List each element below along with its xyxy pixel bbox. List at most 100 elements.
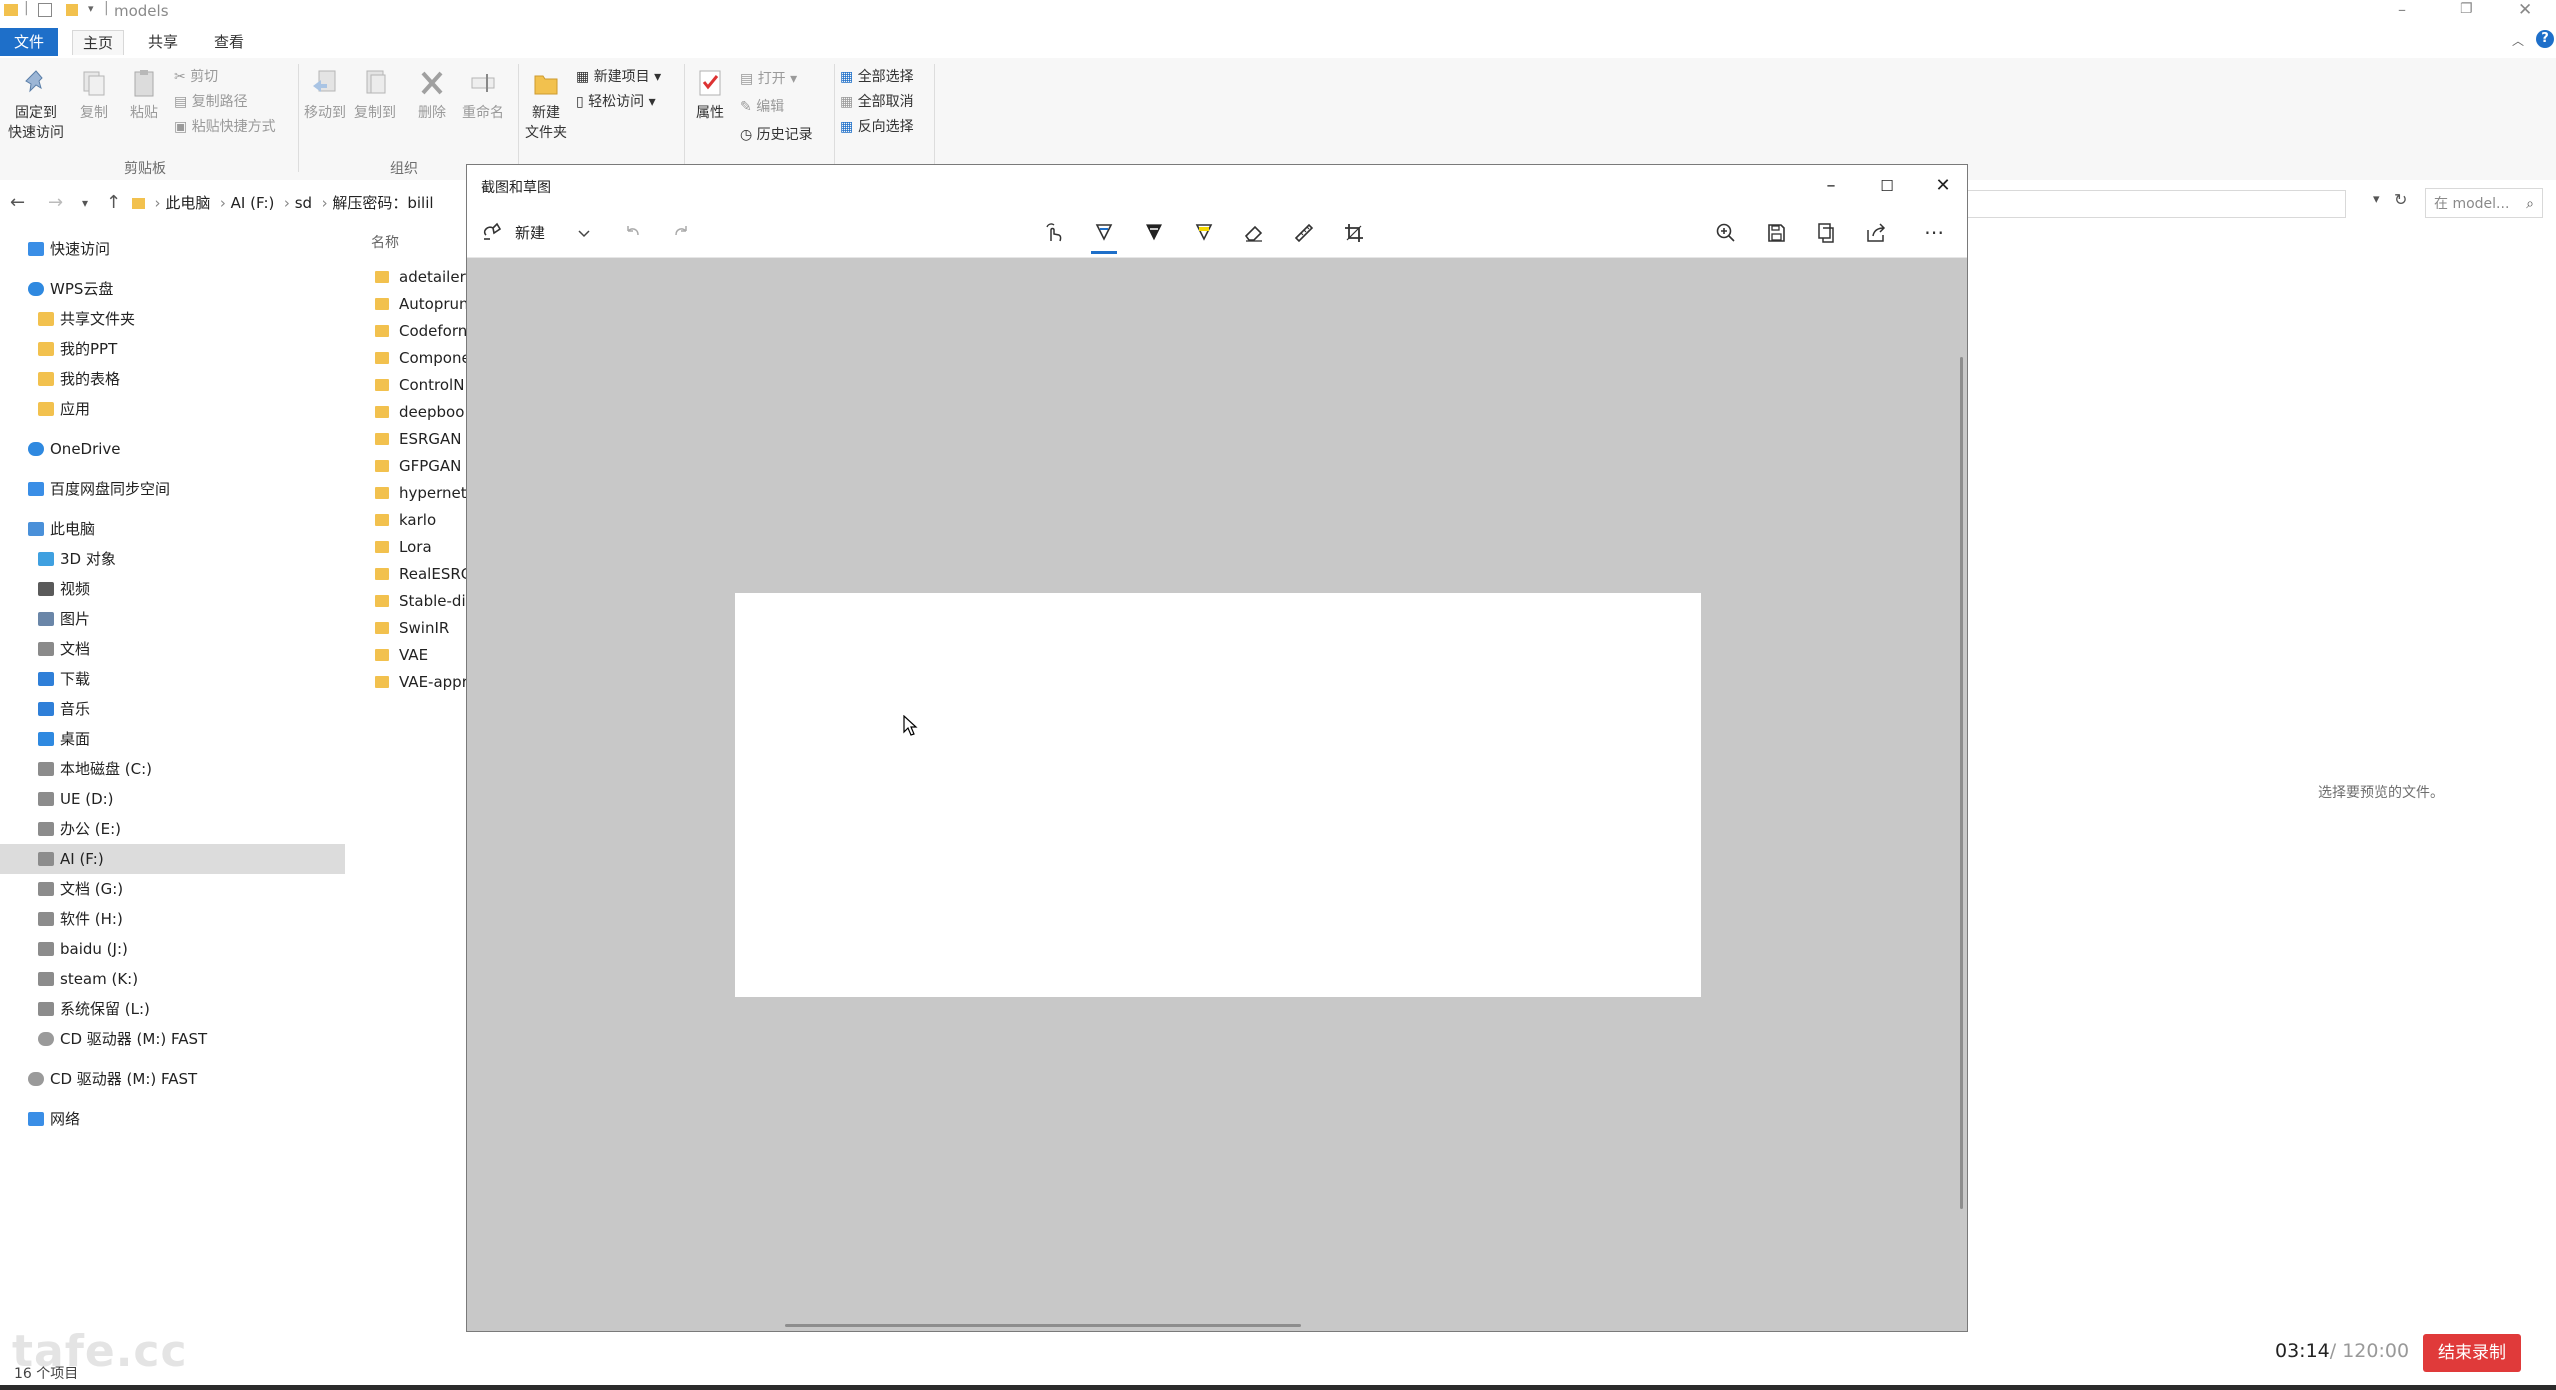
nav-item[interactable]: 网络 (0, 1104, 345, 1134)
undo-icon[interactable] (617, 217, 647, 247)
horizontal-scrollbar[interactable] (785, 1324, 1301, 1327)
nav-item[interactable]: 我的PPT (0, 334, 345, 364)
stop-recording-button[interactable]: 结束录制 (2423, 1334, 2521, 1372)
collapse-ribbon-icon[interactable]: ︿ (2512, 32, 2524, 49)
breadcrumb-item[interactable]: 此电脑 (165, 194, 210, 212)
eraser-icon[interactable] (1239, 217, 1269, 247)
refresh-icon[interactable]: ↻ (2394, 190, 2407, 209)
new-snip-button[interactable]: 新建 (515, 222, 545, 243)
list-item[interactable]: adetailer (375, 264, 467, 291)
list-item[interactable]: ESRGAN (375, 426, 467, 453)
vertical-scrollbar[interactable] (1960, 357, 1963, 1209)
list-item[interactable]: Lora (375, 534, 467, 561)
touch-writing-icon[interactable] (1039, 217, 1069, 247)
nav-item[interactable]: CD 驱动器 (M:) FAST (0, 1064, 345, 1094)
list-item[interactable]: SwinIR (375, 615, 467, 642)
column-header-name[interactable]: 名称 (371, 232, 399, 252)
cut-button[interactable]: ✂ 剪切 (174, 66, 218, 88)
delete-button[interactable]: 删除 (412, 68, 452, 122)
pencil-tool-icon[interactable] (1139, 217, 1169, 247)
nav-item[interactable]: AI (F:) (0, 844, 345, 874)
list-item[interactable]: Stable-di (375, 588, 467, 615)
new-folder-quick-icon[interactable] (66, 4, 78, 16)
snip-maximize-button[interactable]: ☐ (1873, 173, 1901, 199)
tab-share[interactable]: 共享 (138, 30, 188, 54)
paste-shortcut-button[interactable]: ▣ 粘贴快捷方式 (174, 116, 276, 138)
share-icon[interactable] (1861, 217, 1891, 247)
tab-home[interactable]: 主页 (72, 30, 125, 55)
maximize-button[interactable]: ❐ (2460, 1, 2473, 17)
snip-close-button[interactable]: ✕ (1929, 173, 1957, 199)
copy-button[interactable]: 复制 (74, 68, 114, 122)
address-dropdown-icon[interactable]: ▾ (2373, 192, 2380, 207)
snip-canvas[interactable] (735, 593, 1701, 997)
nav-item[interactable]: CD 驱动器 (M:) FAST (0, 1024, 345, 1054)
back-arrow-icon[interactable]: ← (10, 192, 25, 213)
nav-item[interactable]: 此电脑 (0, 514, 345, 544)
ballpoint-pen-icon[interactable] (1089, 217, 1119, 254)
nav-item[interactable]: 百度网盘同步空间 (0, 474, 345, 504)
nav-item[interactable]: 图片 (0, 604, 345, 634)
checkbox-icon[interactable] (38, 3, 52, 17)
history-button[interactable]: ◷ 历史记录 (740, 124, 813, 146)
nav-item[interactable]: UE (D:) (0, 784, 345, 814)
nav-item[interactable]: 文档 (G:) (0, 874, 345, 904)
pin-to-quick-access-button[interactable]: 固定到 快速访问 (4, 68, 68, 142)
search-input[interactable]: 在 model... ⌕ (2425, 188, 2543, 218)
list-item[interactable]: RealESRG (375, 561, 467, 588)
list-item[interactable]: VAE (375, 642, 467, 669)
address-bar-field[interactable] (1965, 190, 2346, 218)
ruler-icon[interactable] (1289, 217, 1319, 247)
new-item-button[interactable]: ▦ 新建项目 ▾ (576, 66, 661, 88)
minimize-button[interactable]: – (2398, 0, 2406, 19)
move-to-button[interactable]: 移动到 (302, 68, 348, 122)
nav-item[interactable]: 本地磁盘 (C:) (0, 754, 345, 784)
invert-selection-button[interactable]: ▦ 反向选择 (840, 116, 914, 138)
new-folder-button[interactable]: 新建 文件夹 (524, 68, 568, 142)
nav-item[interactable]: 文档 (0, 634, 345, 664)
up-arrow-icon[interactable]: ↑ (106, 192, 121, 213)
breadcrumb-item[interactable]: AI (F:) (231, 194, 275, 212)
nav-item[interactable]: 共享文件夹 (0, 304, 345, 334)
copy-path-button[interactable]: ▤ 复制路径 (174, 91, 248, 113)
forward-arrow-icon[interactable]: → (48, 192, 63, 213)
paste-button[interactable]: 粘贴 (124, 68, 164, 122)
properties-button[interactable]: 属性 (690, 68, 730, 122)
highlighter-icon[interactable] (1189, 217, 1219, 247)
select-none-button[interactable]: ▦ 全部取消 (840, 91, 914, 113)
crop-icon[interactable] (1339, 217, 1369, 247)
copy-icon[interactable] (1811, 217, 1841, 247)
nav-item[interactable]: 快速访问 (0, 234, 345, 264)
nav-item[interactable]: 音乐 (0, 694, 345, 724)
tab-file[interactable]: 文件 (0, 28, 59, 56)
list-item[interactable]: deepboo (375, 399, 467, 426)
save-icon[interactable] (1761, 217, 1791, 247)
redo-icon[interactable] (667, 217, 697, 247)
breadcrumb-item[interactable]: 解压密码：bilil (332, 194, 433, 212)
list-item[interactable]: hypernet (375, 480, 467, 507)
nav-item[interactable]: OneDrive (0, 434, 345, 464)
nav-item[interactable]: 3D 对象 (0, 544, 345, 574)
nav-item[interactable]: 软件 (H:) (0, 904, 345, 934)
list-item[interactable]: Codeforn (375, 318, 467, 345)
zoom-in-icon[interactable] (1711, 217, 1741, 247)
list-item[interactable]: karlo (375, 507, 467, 534)
open-button[interactable]: ▤ 打开 ▾ (740, 68, 797, 90)
nav-item[interactable]: 桌面 (0, 724, 345, 754)
new-snip-dropdown-icon[interactable] (569, 217, 599, 247)
breadcrumb-item[interactable]: sd (295, 194, 312, 212)
easy-access-button[interactable]: ▯ 轻松访问 ▾ (576, 91, 656, 113)
snip-minimize-button[interactable]: – (1817, 173, 1845, 199)
nav-item[interactable]: 应用 (0, 394, 345, 424)
nav-item[interactable]: 视频 (0, 574, 345, 604)
copy-to-button[interactable]: 复制到 (352, 68, 398, 122)
nav-item[interactable]: 系统保留 (L:) (0, 994, 345, 1024)
tab-view[interactable]: 查看 (204, 30, 254, 54)
nav-item[interactable]: 下载 (0, 664, 345, 694)
list-item[interactable]: ControlN (375, 372, 467, 399)
more-options-icon[interactable]: ⋯ (1919, 217, 1949, 247)
select-all-button[interactable]: ▦ 全部选择 (840, 66, 914, 88)
nav-item[interactable]: WPS云盘 (0, 274, 345, 304)
help-icon[interactable]: ? (2536, 30, 2554, 48)
nav-item[interactable]: 我的表格 (0, 364, 345, 394)
